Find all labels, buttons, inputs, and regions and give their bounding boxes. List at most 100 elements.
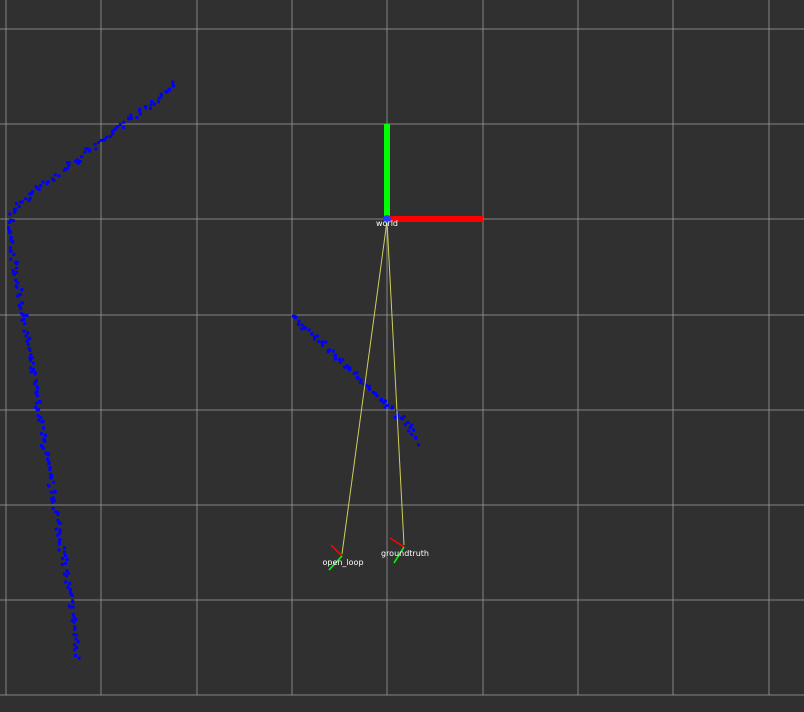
scan-point [34,391,38,395]
scan-point [60,563,64,566]
scan-point [127,117,131,121]
scan-point [12,211,16,214]
frame-world[interactable]: world [376,124,483,228]
scan-point [149,103,153,107]
scan-point [20,301,24,305]
scan-point [307,328,311,332]
scan-point [74,637,78,641]
scan-point [300,327,304,331]
scan-point [53,489,57,493]
scan-point [97,141,100,144]
scan-point [56,512,60,516]
scan-point [29,366,33,370]
scan-point [108,135,112,138]
scan-point [320,343,324,347]
scan-point [129,113,133,117]
scan-point [28,192,32,196]
scan-point [407,429,411,433]
scan-point [103,138,107,142]
scan-point [144,106,148,110]
scan-point [46,457,50,461]
scan-point [382,400,385,404]
scan-point [333,357,337,361]
scan-point [36,414,40,418]
scan-point [149,107,152,110]
rviz-3d-viewport[interactable]: world open_loop groundtruth [0,0,804,712]
scan-point [28,358,32,362]
scan-point [74,654,78,657]
scan-point [99,138,103,142]
scan-point [25,339,29,343]
scan-point [64,580,68,584]
scan-point [57,541,61,545]
scan-point [296,322,300,326]
scan-point [399,416,403,420]
scan-point [355,371,359,375]
scan-point [9,249,13,253]
scan-point [63,561,67,565]
scan-point [72,620,76,624]
scan-point [70,594,74,597]
scan-point [45,181,49,185]
point-cloud-left-wall [7,80,175,660]
open-loop-frame-label: open_loop [322,558,363,567]
scan-point [40,420,44,424]
scan-point [135,116,139,119]
scan-point [121,125,125,129]
scan-point [26,342,30,346]
scan-point [15,260,19,264]
scan-point [35,401,39,405]
scan-point [300,323,304,327]
scan-point [58,521,62,525]
scan-point [7,225,11,229]
scan-point [390,406,394,410]
scan-point [138,109,142,113]
scan-point [73,643,77,647]
scan-point [36,386,40,390]
scan-point [42,426,45,430]
scan-point [20,288,24,292]
scan-point [69,605,72,609]
scan-point [14,201,18,205]
scan-point [34,406,38,409]
scan-point [51,506,55,510]
scan-point [315,334,319,338]
scan-point [48,468,52,471]
scan-point [17,303,21,307]
scan-point [34,185,38,189]
scan-point [29,353,33,357]
scan-point [27,198,31,202]
scan-point [324,340,328,344]
scan-point [94,147,98,151]
scan-point [402,415,406,418]
scan-point [22,329,26,333]
scan-point [11,240,15,244]
scan-point [313,337,316,341]
scan-point [67,164,71,168]
world-frame-label: world [376,219,398,228]
scan-point [26,331,30,335]
scan-point [56,533,60,537]
scan-point [293,316,297,320]
scan-point [38,400,42,404]
scan-point [345,364,349,368]
scan-point [54,527,58,531]
scan-point [65,574,68,578]
scan-point [57,548,61,552]
scan-point [164,90,168,94]
scan-point [8,212,12,216]
scan-point [406,421,410,424]
scan-point [50,500,54,504]
scan-point [333,353,337,357]
scan-point [326,350,330,354]
tf-links [341,220,405,555]
scan-point [33,372,37,376]
scan-point [74,159,78,163]
scan-point [12,273,16,277]
scene-canvas[interactable]: world open_loop groundtruth [0,0,804,712]
scan-point [66,571,70,575]
frame-groundtruth[interactable]: groundtruth [381,537,429,564]
scan-point [76,161,80,165]
scan-point [44,433,47,437]
scan-point [84,147,88,151]
